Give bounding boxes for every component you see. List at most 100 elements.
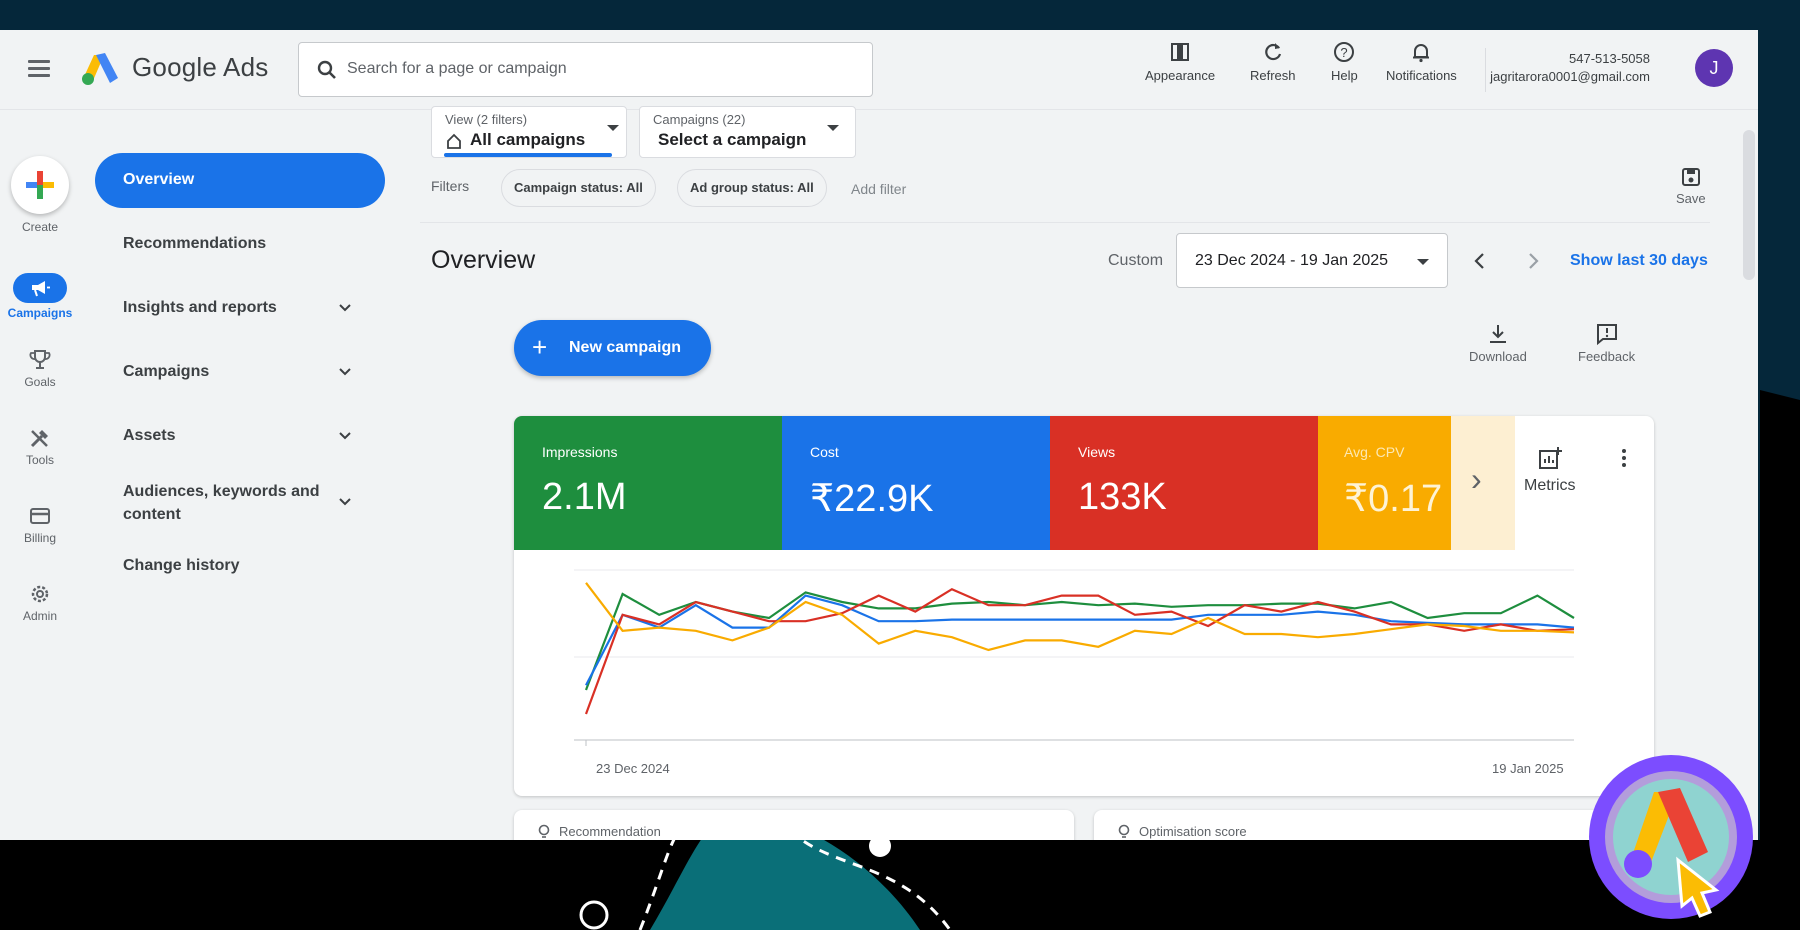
- lightbulb-icon: [538, 824, 550, 838]
- rail-item-admin[interactable]: Admin: [0, 582, 80, 623]
- refresh-icon: [1265, 43, 1281, 61]
- rail-label-campaigns: Campaigns: [7, 306, 73, 320]
- new-campaign-button[interactable]: + New campaign: [514, 320, 711, 376]
- date-range-picker[interactable]: 23 Dec 2024 - 19 Jan 2025: [1176, 233, 1448, 288]
- recommendation-card[interactable]: Recommendation: [514, 810, 1074, 840]
- metric-tile-avg-cpv[interactable]: Avg. CPV ₹0.17: [1318, 416, 1451, 550]
- metric-tile-views[interactable]: Views 133K: [1050, 416, 1318, 550]
- metric-value: ₹0.17: [1344, 478, 1443, 520]
- avatar[interactable]: J: [1695, 49, 1733, 87]
- metric-label: Impressions: [542, 444, 618, 460]
- sidenav-label: Assets: [123, 427, 176, 444]
- performance-line-chart: [574, 569, 1575, 746]
- notifications-button[interactable]: Notifications: [1386, 40, 1457, 83]
- chevron-left-icon[interactable]: [1465, 246, 1495, 276]
- chevron-down-icon: [339, 304, 351, 312]
- sidenav-label: Change history: [123, 557, 240, 574]
- custom-label: Custom: [1108, 252, 1164, 269]
- account-info[interactable]: 547-513-5058 jagritarora0001@gmail.com: [1490, 50, 1650, 86]
- metric-value: 2.1M: [542, 476, 627, 518]
- campaign-value: Select a campaign: [658, 130, 807, 149]
- save-button[interactable]: Save: [1676, 166, 1706, 206]
- save-icon: [1681, 168, 1700, 186]
- view-value: All campaigns: [470, 130, 586, 149]
- rail-item-billing[interactable]: Billing: [0, 504, 80, 545]
- feedback-button[interactable]: Feedback: [1578, 322, 1635, 364]
- sidenav-label: Campaigns: [123, 363, 210, 380]
- svg-text:?: ?: [1341, 45, 1348, 60]
- card-icon: [30, 508, 50, 524]
- download-icon: [1489, 325, 1506, 343]
- rail-label-goals: Goals: [24, 375, 56, 389]
- google-ads-badge-logo: [1589, 755, 1753, 919]
- create-button[interactable]: [11, 156, 69, 214]
- filter-chip-ad-group-status[interactable]: Ad group status: All: [677, 169, 827, 207]
- show-last-30-days-link[interactable]: Show last 30 days: [1570, 252, 1708, 270]
- notifications-label: Notifications: [1386, 68, 1457, 83]
- account-email: jagritarora0001@gmail.com: [1490, 69, 1650, 84]
- bell-icon: [1413, 44, 1430, 63]
- left-rail: Create Campaigns Goals Tools Billing Adm…: [0, 110, 80, 840]
- campaign-count: Campaigns (22): [653, 112, 746, 127]
- chevron-down-icon: [339, 368, 351, 376]
- rail-create-label: Create: [21, 220, 59, 234]
- metric-label: Cost: [810, 444, 839, 460]
- caret-down-icon: [607, 125, 619, 131]
- metrics-label: Metrics: [1524, 477, 1576, 494]
- rail-item-campaigns[interactable]: Campaigns: [0, 273, 80, 320]
- recommendation-title: Recommendation: [559, 824, 661, 839]
- caret-down-icon: [827, 125, 839, 131]
- metric-tile-impressions[interactable]: Impressions 2.1M: [514, 416, 782, 550]
- optimisation-score-card[interactable]: Optimisation score: [1094, 810, 1654, 840]
- sidenav-label: Recommendations: [123, 235, 267, 252]
- refresh-label: Refresh: [1250, 68, 1296, 83]
- rail-label-billing: Billing: [23, 531, 56, 545]
- megaphone-icon: [32, 281, 50, 297]
- metric-label: Views: [1078, 444, 1116, 460]
- add-chart-icon: [1538, 447, 1562, 469]
- rail-item-goals[interactable]: Goals: [0, 348, 80, 389]
- help-icon: ?: [1334, 42, 1355, 62]
- page-title: Overview: [431, 246, 536, 274]
- metric-tile-cost[interactable]: Cost ₹22.9K: [782, 416, 1050, 550]
- view-selector[interactable]: View (2 filters) All campaigns: [431, 106, 627, 158]
- appearance-icon: [1171, 43, 1190, 61]
- chevron-right-icon[interactable]: [1518, 246, 1548, 276]
- search-placeholder: Search for a page or campaign: [347, 60, 567, 77]
- save-label: Save: [1676, 191, 1706, 206]
- chevron-down-icon: [339, 498, 351, 506]
- download-label: Download: [1469, 349, 1527, 364]
- metrics-button[interactable]: Metrics: [1524, 446, 1576, 495]
- next-metrics-button[interactable]: ›: [1451, 416, 1515, 550]
- scrollbar-thumb[interactable]: [1743, 130, 1755, 280]
- help-label: Help: [1331, 68, 1358, 83]
- download-button[interactable]: Download: [1469, 322, 1527, 364]
- series-line-impressions: [584, 591, 1575, 691]
- appearance-button[interactable]: Appearance: [1145, 40, 1215, 83]
- view-filter-count: View (2 filters): [445, 112, 528, 127]
- appearance-label: Appearance: [1145, 68, 1216, 83]
- help-button[interactable]: ? Help: [1331, 40, 1358, 83]
- search-input[interactable]: Search for a page or campaign: [298, 42, 873, 97]
- metric-value: 133K: [1078, 476, 1167, 518]
- brand-name: Google Ads: [132, 52, 269, 82]
- feedback-label: Feedback: [1578, 349, 1636, 364]
- campaign-selector[interactable]: Campaigns (22) Select a campaign: [639, 106, 856, 158]
- plus-icon: +: [532, 332, 548, 362]
- rail-item-tools[interactable]: Tools: [0, 426, 80, 467]
- google-ads-window: Google Ads Search for a page or campaign…: [0, 30, 1758, 840]
- sidenav-label: Overview: [123, 171, 195, 188]
- trophy-icon: [29, 350, 51, 369]
- refresh-button[interactable]: Refresh: [1250, 40, 1296, 83]
- add-filter-link[interactable]: Add filter: [851, 181, 906, 197]
- plus-icon: [26, 171, 54, 199]
- search-icon: [317, 60, 336, 79]
- filter-chip-campaign-status[interactable]: Campaign status: All: [501, 169, 656, 207]
- more-options-icon[interactable]: [1614, 446, 1634, 472]
- menu-icon[interactable]: [24, 56, 56, 82]
- filters-label: Filters: [431, 178, 470, 194]
- sidenav-label: Insights and reports: [123, 299, 277, 316]
- x-axis-start-label: 23 Dec 2024: [596, 761, 670, 776]
- sidenav-item-overview[interactable]: Overview: [95, 153, 385, 208]
- optimisation-score-title: Optimisation score: [1139, 824, 1247, 839]
